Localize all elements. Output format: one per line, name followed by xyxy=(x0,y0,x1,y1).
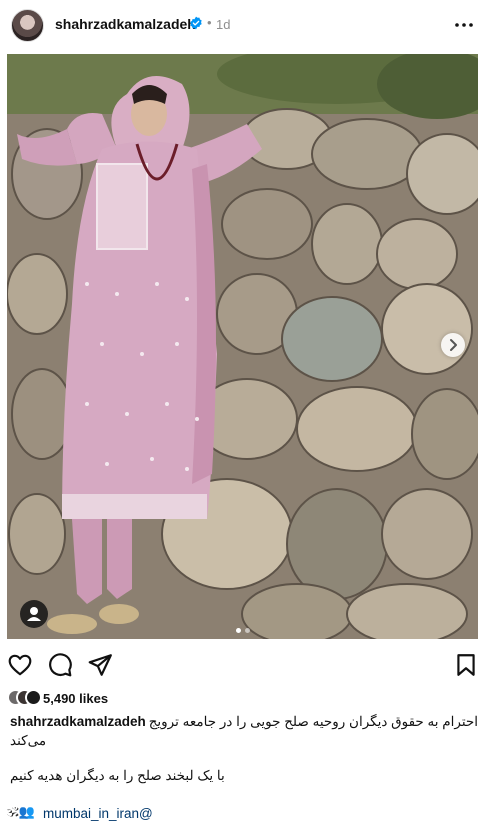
liker-avatar xyxy=(25,689,42,706)
more-horizontal-icon[interactable] xyxy=(452,13,476,37)
likes-count[interactable]: 5,490 likes xyxy=(43,691,108,706)
likes-row[interactable]: 5,490 likes xyxy=(7,688,307,708)
separator-dot: • xyxy=(207,15,212,30)
post-photo[interactable] xyxy=(7,54,478,639)
photo-image xyxy=(7,54,478,639)
caption-username[interactable]: shahrzadkamalzadeh xyxy=(10,714,146,729)
heart-icon[interactable] xyxy=(7,652,33,678)
carousel-indicator xyxy=(0,620,486,633)
chevron-right-icon xyxy=(450,339,457,351)
post-time[interactable]: 1d xyxy=(216,17,230,32)
paper-plane-icon[interactable] xyxy=(87,652,113,678)
emoji-prefix: 🕉👥 xyxy=(7,804,35,819)
caption-line-1: احترام به حقوق دیگران روحیه صلح جویی را … xyxy=(148,714,478,729)
caption-line-3: با یک لبخند صلح را به دیگران هدیه کنیم xyxy=(10,768,225,783)
comment-icon[interactable] xyxy=(47,652,73,678)
action-bar xyxy=(0,650,486,680)
carousel-dot xyxy=(245,628,250,633)
avatar[interactable] xyxy=(11,9,44,42)
carousel-dot-active xyxy=(236,628,241,633)
carousel-next-button[interactable] xyxy=(441,333,465,357)
verified-badge-icon xyxy=(190,16,202,30)
caption-line-2: می‌کند xyxy=(10,733,47,748)
bookmark-icon[interactable] xyxy=(453,652,479,678)
post-header: shahrzadkamalzadeh • 1d xyxy=(0,0,486,52)
mention-link[interactable]: mumbai_in_iran@ xyxy=(43,806,153,821)
post-username[interactable]: shahrzadkamalzadeh xyxy=(55,16,196,32)
